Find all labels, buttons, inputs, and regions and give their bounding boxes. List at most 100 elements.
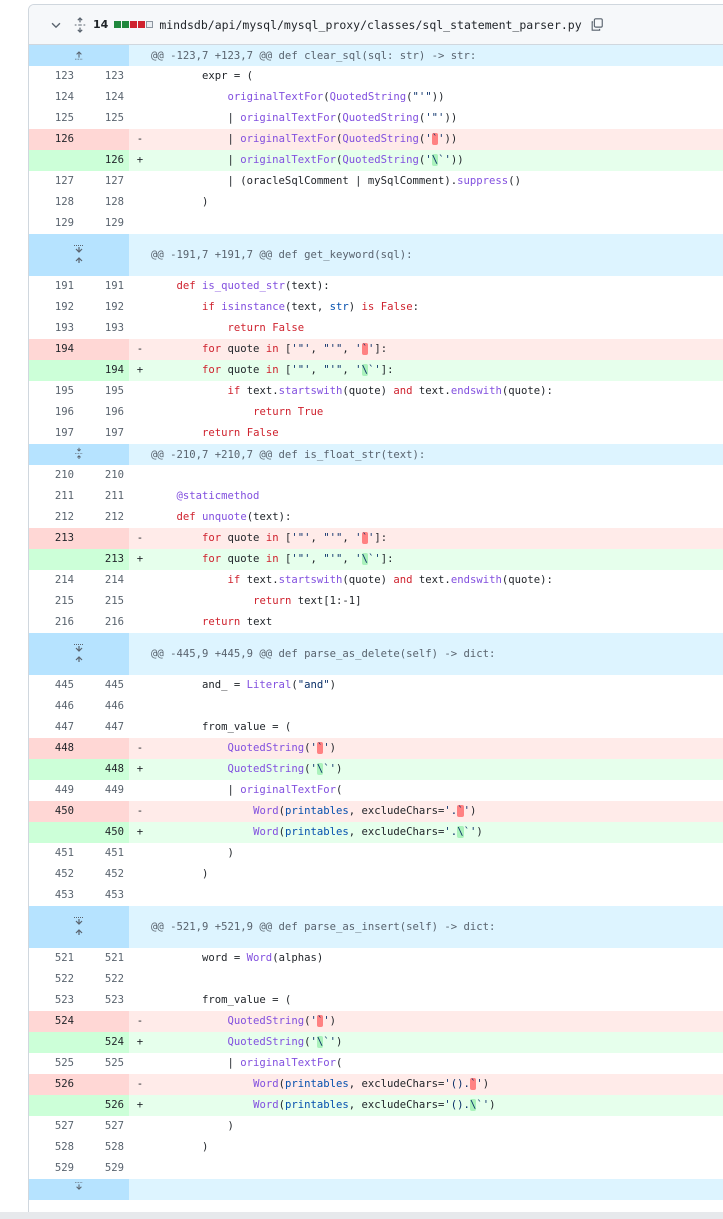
new-line-number[interactable]: 527 xyxy=(79,1116,129,1137)
old-line-number[interactable]: 126 xyxy=(29,129,79,150)
old-line-number[interactable]: 195 xyxy=(29,381,79,402)
old-line-number[interactable]: 212 xyxy=(29,507,79,528)
new-line-number[interactable]: 194 xyxy=(79,360,129,381)
old-line-number[interactable]: 196 xyxy=(29,402,79,423)
new-line-number[interactable]: 450 xyxy=(79,822,129,843)
new-line-number[interactable] xyxy=(79,528,129,549)
new-line-number[interactable] xyxy=(79,738,129,759)
old-line-number[interactable]: 127 xyxy=(29,171,79,192)
new-line-number[interactable]: 451 xyxy=(79,843,129,864)
old-line-number[interactable]: 521 xyxy=(29,948,79,969)
new-line-number[interactable]: 197 xyxy=(79,423,129,444)
new-line-number[interactable]: 126 xyxy=(79,150,129,171)
new-line-number[interactable]: 525 xyxy=(79,1053,129,1074)
new-line-number[interactable]: 215 xyxy=(79,591,129,612)
old-line-number[interactable] xyxy=(29,1032,79,1053)
new-line-number[interactable]: 528 xyxy=(79,1137,129,1158)
old-line-number[interactable] xyxy=(29,759,79,780)
new-line-number[interactable]: 211 xyxy=(79,486,129,507)
old-line-number[interactable]: 197 xyxy=(29,423,79,444)
new-line-number[interactable]: 214 xyxy=(79,570,129,591)
new-line-number[interactable]: 524 xyxy=(79,1032,129,1053)
new-line-number[interactable]: 196 xyxy=(79,402,129,423)
new-line-number[interactable]: 521 xyxy=(79,948,129,969)
new-line-number[interactable]: 195 xyxy=(79,381,129,402)
old-line-number[interactable]: 210 xyxy=(29,465,79,486)
old-line-number[interactable] xyxy=(29,1095,79,1116)
new-line-number[interactable]: 529 xyxy=(79,1158,129,1179)
old-line-number[interactable]: 524 xyxy=(29,1011,79,1032)
expand-all-icon[interactable] xyxy=(73,16,87,33)
expand-lines-button[interactable] xyxy=(29,906,129,948)
new-line-number[interactable]: 526 xyxy=(79,1095,129,1116)
old-line-number[interactable]: 447 xyxy=(29,717,79,738)
old-line-number[interactable]: 522 xyxy=(29,969,79,990)
new-line-number[interactable]: 124 xyxy=(79,87,129,108)
old-line-number[interactable]: 527 xyxy=(29,1116,79,1137)
old-line-number[interactable]: 445 xyxy=(29,675,79,696)
new-line-number[interactable] xyxy=(79,339,129,360)
old-line-number[interactable]: 123 xyxy=(29,66,79,87)
new-line-number[interactable]: 127 xyxy=(79,171,129,192)
old-line-number[interactable]: 451 xyxy=(29,843,79,864)
old-line-number[interactable]: 450 xyxy=(29,801,79,822)
old-line-number[interactable]: 529 xyxy=(29,1158,79,1179)
old-line-number[interactable]: 124 xyxy=(29,87,79,108)
old-line-number[interactable] xyxy=(29,549,79,570)
old-line-number[interactable]: 453 xyxy=(29,885,79,906)
old-line-number[interactable]: 449 xyxy=(29,780,79,801)
new-line-number[interactable] xyxy=(79,129,129,150)
old-line-number[interactable]: 528 xyxy=(29,1137,79,1158)
new-line-number[interactable]: 216 xyxy=(79,612,129,633)
old-line-number[interactable]: 191 xyxy=(29,276,79,297)
new-line-number[interactable]: 125 xyxy=(79,108,129,129)
new-line-number[interactable]: 453 xyxy=(79,885,129,906)
new-line-number[interactable]: 449 xyxy=(79,780,129,801)
new-line-number[interactable]: 192 xyxy=(79,297,129,318)
new-line-number[interactable]: 452 xyxy=(79,864,129,885)
old-line-number[interactable]: 216 xyxy=(29,612,79,633)
new-line-number[interactable]: 210 xyxy=(79,465,129,486)
old-line-number[interactable]: 526 xyxy=(29,1074,79,1095)
expand-lines-button[interactable] xyxy=(29,45,129,66)
chevron-down-icon[interactable] xyxy=(49,18,63,32)
file-path[interactable]: mindsdb/api/mysql/mysql_proxy/classes/sq… xyxy=(159,18,581,32)
old-line-number[interactable]: 211 xyxy=(29,486,79,507)
old-line-number[interactable]: 214 xyxy=(29,570,79,591)
new-line-number[interactable]: 447 xyxy=(79,717,129,738)
old-line-number[interactable] xyxy=(29,360,79,381)
new-line-number[interactable]: 445 xyxy=(79,675,129,696)
old-line-number[interactable]: 194 xyxy=(29,339,79,360)
horizontal-scrollbar[interactable] xyxy=(0,1212,723,1219)
expand-lines-button[interactable] xyxy=(29,444,129,465)
new-line-number[interactable]: 129 xyxy=(79,213,129,234)
old-line-number[interactable]: 128 xyxy=(29,192,79,213)
old-line-number[interactable]: 192 xyxy=(29,297,79,318)
expand-lines-button[interactable] xyxy=(29,633,129,675)
old-line-number[interactable]: 193 xyxy=(29,318,79,339)
copy-icon[interactable] xyxy=(590,17,604,32)
old-line-number[interactable] xyxy=(29,822,79,843)
old-line-number[interactable]: 213 xyxy=(29,528,79,549)
old-line-number[interactable]: 523 xyxy=(29,990,79,1011)
old-line-number[interactable]: 129 xyxy=(29,213,79,234)
new-line-number[interactable]: 212 xyxy=(79,507,129,528)
old-line-number[interactable]: 452 xyxy=(29,864,79,885)
new-line-number[interactable] xyxy=(79,1011,129,1032)
new-line-number[interactable]: 193 xyxy=(79,318,129,339)
old-line-number[interactable] xyxy=(29,150,79,171)
new-line-number[interactable]: 446 xyxy=(79,696,129,717)
old-line-number[interactable]: 215 xyxy=(29,591,79,612)
new-line-number[interactable] xyxy=(79,801,129,822)
expand-lines-button[interactable] xyxy=(29,1179,129,1200)
old-line-number[interactable]: 525 xyxy=(29,1053,79,1074)
new-line-number[interactable]: 191 xyxy=(79,276,129,297)
new-line-number[interactable]: 123 xyxy=(79,66,129,87)
new-line-number[interactable]: 523 xyxy=(79,990,129,1011)
new-line-number[interactable]: 522 xyxy=(79,969,129,990)
old-line-number[interactable]: 125 xyxy=(29,108,79,129)
expand-lines-button[interactable] xyxy=(29,234,129,276)
old-line-number[interactable]: 446 xyxy=(29,696,79,717)
new-line-number[interactable]: 128 xyxy=(79,192,129,213)
new-line-number[interactable]: 448 xyxy=(79,759,129,780)
